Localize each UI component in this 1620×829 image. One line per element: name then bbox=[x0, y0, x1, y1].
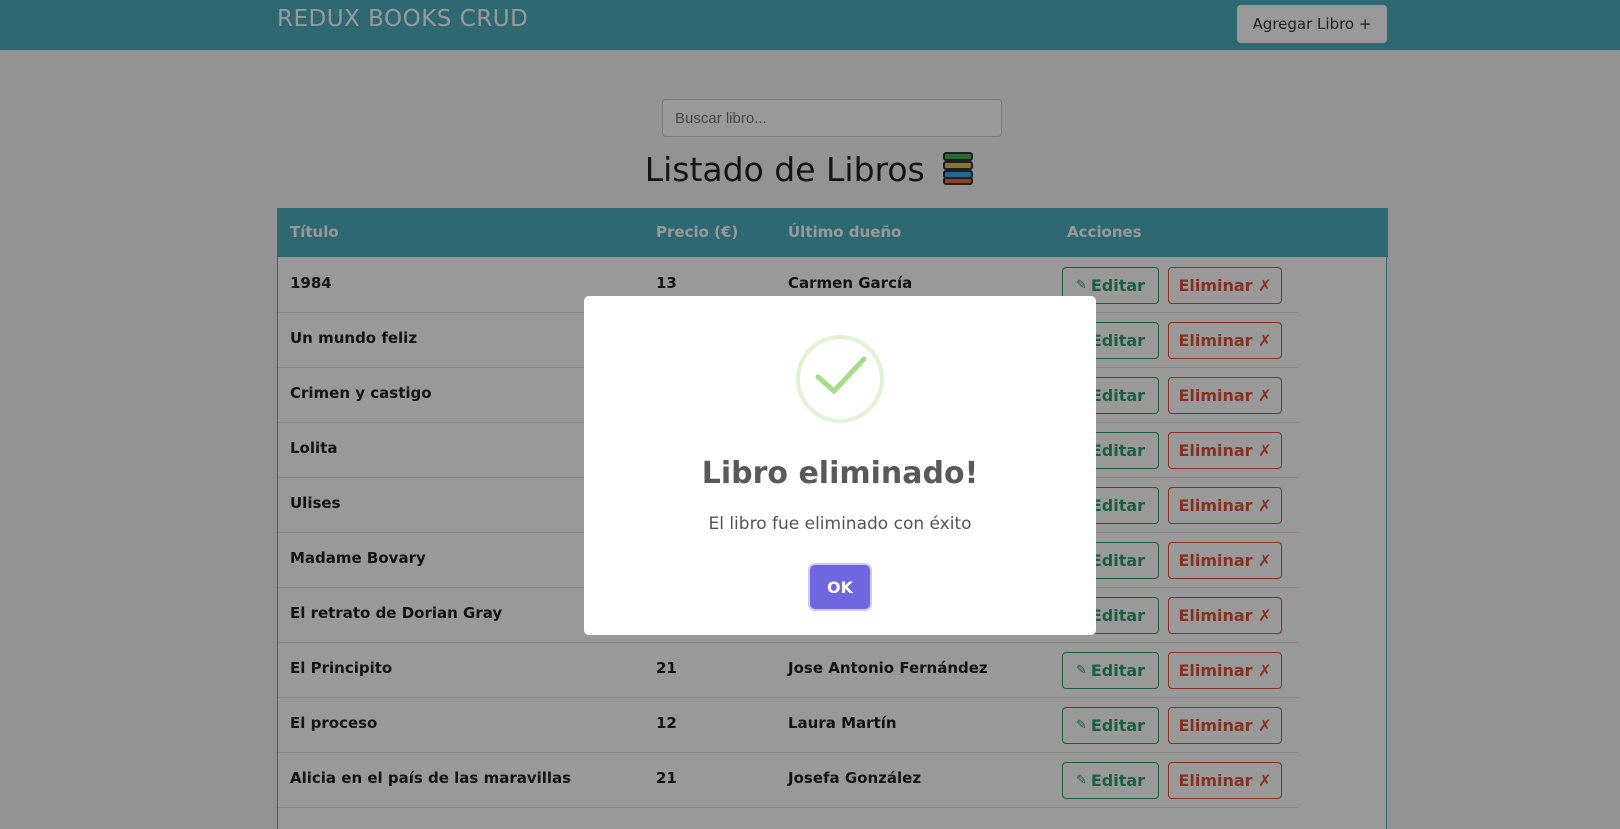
success-check-icon bbox=[796, 335, 884, 423]
dialog-title: Libro eliminado! bbox=[701, 456, 979, 491]
dialog-message: El libro fue eliminado con éxito bbox=[708, 514, 972, 534]
success-dialog: Libro eliminado! El libro fue eliminado … bbox=[584, 296, 1096, 635]
ok-button[interactable]: OK bbox=[810, 565, 870, 609]
